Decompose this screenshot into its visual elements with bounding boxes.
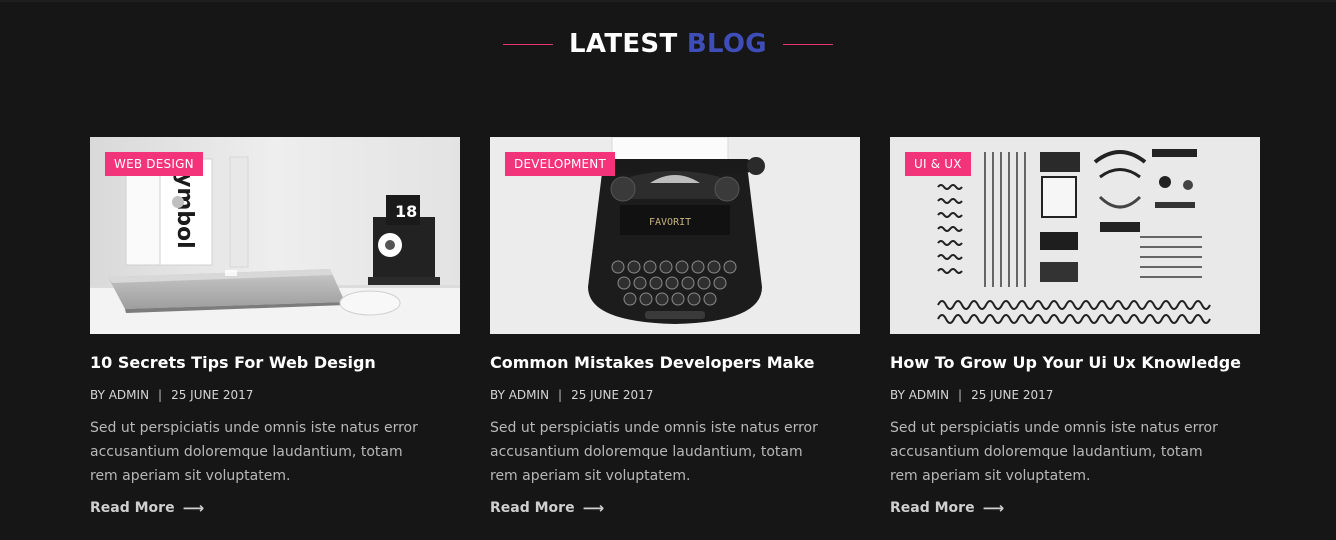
post-title[interactable]: Common Mistakes Developers Make — [490, 352, 860, 374]
post-title[interactable]: 10 Secrets Tips For Web Design — [90, 352, 460, 374]
arrow-right-icon: ⟶ — [582, 499, 605, 517]
title-left-line — [503, 43, 554, 45]
arrow-right-icon: ⟶ — [182, 499, 205, 517]
read-more-link[interactable]: Read More ⟶ — [90, 498, 204, 518]
blog-card-ui-ux: UI & UX How To Grow Up Your Ui Ux Knowle… — [890, 137, 1260, 518]
meta-separator: | — [958, 388, 963, 402]
blog-card-web-design: ymbol 18 WEB DESIGN 10 Secrets Tips For … — [90, 137, 460, 518]
arrow-right-icon: ⟶ — [982, 499, 1005, 517]
post-excerpt: Sed ut perspiciatis unde omnis iste natu… — [890, 420, 1218, 484]
read-more-label: Read More — [890, 500, 975, 516]
post-author[interactable]: BY ADMIN — [490, 387, 549, 403]
blog-card-development: FAVORIT DEVELOPMENT Common Mistakes Deve… — [490, 137, 860, 518]
category-badge[interactable]: DEVELOPMENT — [505, 152, 615, 176]
post-image-parts[interactable]: UI & UX — [890, 137, 1260, 334]
post-excerpt: Sed ut perspiciatis unde omnis iste natu… — [490, 420, 818, 484]
read-more-link[interactable]: Read More ⟶ — [890, 498, 1004, 518]
read-more-link[interactable]: Read More ⟶ — [490, 498, 604, 518]
title-right-line — [782, 43, 833, 45]
post-author[interactable]: BY ADMIN — [890, 387, 949, 403]
typewriter-brand: FAVORIT — [649, 217, 691, 228]
category-badge[interactable]: WEB DESIGN — [105, 152, 203, 176]
book-spine-text: ymbol — [172, 173, 197, 249]
title-word-latest: LATEST — [569, 29, 678, 59]
section-heading: LATEST BLOG — [0, 26, 1336, 62]
meta-separator: | — [558, 388, 563, 402]
clock-date-text: 18 — [395, 202, 417, 221]
post-date: 25 JUNE 2017 — [171, 388, 254, 402]
post-excerpt: Sed ut perspiciatis unde omnis iste natu… — [90, 420, 418, 484]
section-title: LATEST BLOG — [569, 26, 767, 62]
post-meta: BY ADMIN | 25 JUNE 2017 — [890, 387, 1260, 403]
post-title[interactable]: How To Grow Up Your Ui Ux Knowledge — [890, 352, 1260, 374]
post-image-laptop[interactable]: ymbol 18 WEB DESIGN — [90, 137, 460, 334]
post-date: 25 JUNE 2017 — [571, 388, 654, 402]
read-more-label: Read More — [490, 500, 575, 516]
post-meta: BY ADMIN | 25 JUNE 2017 — [490, 387, 860, 403]
post-meta: BY ADMIN | 25 JUNE 2017 — [90, 387, 460, 403]
post-author[interactable]: BY ADMIN — [90, 387, 149, 403]
post-image-typewriter[interactable]: FAVORIT DEVELOPMENT — [490, 137, 860, 334]
meta-separator: | — [158, 388, 163, 402]
post-date: 25 JUNE 2017 — [971, 388, 1054, 402]
read-more-label: Read More — [90, 500, 175, 516]
title-word-blog: BLOG — [686, 29, 767, 59]
blog-cards: ymbol 18 WEB DESIGN 10 Secrets Tips For … — [90, 137, 1260, 518]
top-divider — [0, 0, 1336, 2]
category-badge[interactable]: UI & UX — [905, 152, 971, 176]
